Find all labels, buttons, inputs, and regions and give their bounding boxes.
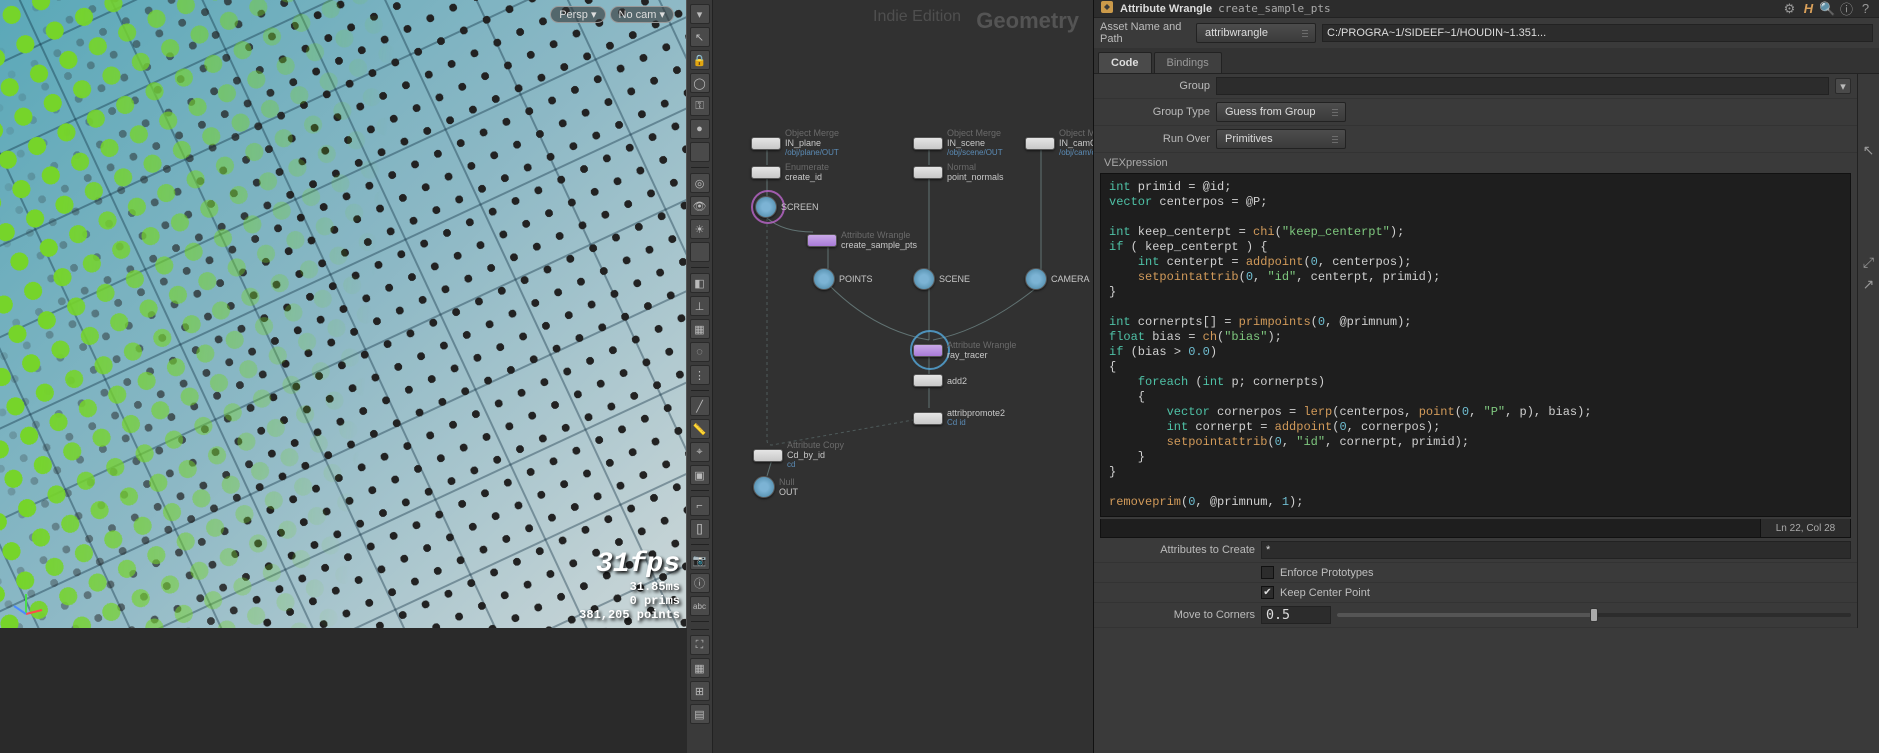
node-camera[interactable]: CAMERA [1025, 268, 1090, 290]
asset-path-field[interactable] [1322, 24, 1873, 42]
circle-icon[interactable]: ◯ [690, 73, 710, 93]
attributes-to-create-field[interactable] [1261, 541, 1851, 559]
group-label: Group [1100, 80, 1210, 92]
parameter-side-toolbar: ↖ ⤢ ↗ [1857, 74, 1879, 628]
parameter-titlebar: Attribute Wrangle create_sample_pts ⚙ H … [1094, 0, 1879, 18]
brackets-icon[interactable]: [] [690, 519, 710, 539]
wireframe-icon[interactable]: ▦ [690, 319, 710, 339]
node-add2[interactable]: add2 [913, 374, 967, 387]
network-wires [713, 0, 1094, 628]
corner-icon[interactable]: ⌐ [690, 496, 710, 516]
runover-dropdown[interactable]: Primitives [1216, 129, 1346, 149]
node-cd_by_id[interactable]: Attribute CopyCd_by_idcd [753, 440, 844, 470]
node-screen[interactable]: SCREEN [755, 196, 819, 218]
sun-icon[interactable]: ☀ [690, 219, 710, 239]
vexpression-label: VEXpression [1094, 153, 1857, 171]
volume-icon[interactable]: ▣ [690, 465, 710, 485]
node-attribprom[interactable]: attribpromote2Cd id [913, 408, 1005, 428]
sphere-icon[interactable]: ● [690, 119, 710, 139]
cursor-icon[interactable]: ↖ [690, 27, 710, 47]
grid-icon[interactable]: ▦ [690, 658, 710, 678]
grouptype-dropdown[interactable]: Guess from Group [1216, 102, 1346, 122]
camera-icon[interactable]: 📷 [690, 550, 710, 570]
node-scene[interactable]: SCENE [913, 268, 970, 290]
quad-icon[interactable]: ⊞ [690, 681, 710, 701]
parameter-pane: Attribute Wrangle create_sample_pts ⚙ H … [1094, 0, 1879, 753]
edge-icon[interactable]: ╱ [690, 396, 710, 416]
axis-gizmo-icon [8, 584, 44, 620]
stat-fps: 31fps [579, 549, 680, 580]
gear-icon[interactable]: ⚙ [1782, 1, 1797, 16]
lock-icon[interactable]: 🔒 [690, 50, 710, 70]
group-field[interactable] [1216, 77, 1829, 95]
arrow-down-icon[interactable]: ▾ [690, 4, 710, 24]
enforce-prototypes-checkbox[interactable] [1261, 566, 1274, 579]
vex-code-editor[interactable]: int primid = @id; vector centerpos = @P;… [1100, 173, 1851, 517]
node-ray_tracer[interactable]: Attribute Wrangleray_tracer [913, 340, 1016, 360]
parameter-tabs: Code Bindings [1094, 49, 1879, 74]
node-out[interactable]: NullOUT [753, 476, 798, 498]
operator-type-icon [1100, 0, 1114, 17]
cube-shaded-icon[interactable]: ◧ [690, 273, 710, 293]
node-create_pts[interactable]: Attribute Wranglecreate_sample_pts [807, 230, 917, 250]
tab-bindings[interactable]: Bindings [1154, 52, 1222, 73]
viewport-stats: 31fps 31.85ms 0 prims 381,205 points [579, 549, 680, 622]
info-icon[interactable]: ⓘ [690, 573, 710, 593]
external-editor-icon[interactable]: ↗ [1861, 276, 1877, 292]
move-to-corners-slider[interactable] [1337, 613, 1851, 617]
asset-name-dropdown[interactable]: attribwrangle [1196, 23, 1316, 43]
attributes-to-create-label: Attributes to Create [1100, 544, 1255, 556]
viewport-dots-large [0, 0, 687, 628]
operator-type-label: Attribute Wrangle [1120, 3, 1212, 15]
move-to-corners-label: Move to Corners [1100, 609, 1255, 621]
node-in_scene[interactable]: Object MergeIN_scene/obj/scene/OUT [913, 128, 1003, 158]
node-pt_normals[interactable]: Normalpoint_normals [913, 162, 1004, 182]
info-icon[interactable]: ⓘ [1839, 1, 1854, 16]
help-icon[interactable]: ? [1858, 1, 1873, 16]
viewport-persp-dropdown[interactable]: Persp ▾ [550, 6, 605, 23]
target-icon[interactable]: ◎ [690, 173, 710, 193]
blank-icon[interactable] [690, 242, 710, 262]
grouptype-label: Group Type [1100, 106, 1210, 118]
keep-center-point-checkbox[interactable]: ✔ [1261, 586, 1274, 599]
runover-label: Run Over [1100, 133, 1210, 145]
node-points[interactable]: POINTS [813, 268, 873, 290]
maximize-icon[interactable]: ⛶ [690, 635, 710, 655]
stat-frametime: 31.85ms [579, 580, 680, 594]
snap-icon[interactable]: ⌖ [690, 442, 710, 462]
enforce-prototypes-label: Enforce Prototypes [1280, 567, 1374, 579]
tab-code[interactable]: Code [1098, 52, 1152, 73]
scene-viewport[interactable]: Persp ▾ No cam ▾ 31fps 31.85ms 0 prims 3… [0, 0, 687, 628]
viewport-camera-dropdown[interactable]: No cam ▾ [610, 6, 674, 23]
asset-name-label: Asset Name and Path [1100, 21, 1190, 45]
keep-center-point-label: Keep Center Point [1280, 587, 1370, 599]
operator-name-label: create_sample_pts [1218, 2, 1331, 15]
expand-editor-icon[interactable]: ⤢ [1861, 254, 1877, 270]
vex-cursor-position: Ln 22, Col 28 [1760, 519, 1850, 537]
ruler-icon[interactable]: 📏 [690, 419, 710, 439]
reselect-group-icon[interactable]: ↖ [1861, 142, 1877, 158]
ghost-icon[interactable]: ◌ [690, 342, 710, 362]
stat-points: 381,205 points [579, 608, 680, 622]
grid2-icon[interactable]: ▤ [690, 704, 710, 724]
move-to-corners-field[interactable] [1261, 606, 1331, 624]
vex-error-field [1101, 519, 1760, 537]
asset-path-row: Asset Name and Path attribwrangle [1094, 18, 1879, 49]
blank-icon[interactable] [690, 142, 710, 162]
eye-icon[interactable]: 👁 [690, 196, 710, 216]
abc-icon[interactable]: abc [690, 596, 710, 616]
key-icon[interactable]: ⚿ [690, 96, 710, 116]
node-create_id[interactable]: Enumeratecreate_id [751, 162, 829, 182]
particles-icon[interactable]: ⋮ [690, 365, 710, 385]
normals-icon[interactable]: ⊥ [690, 296, 710, 316]
network-editor[interactable]: Indie Edition Geometry Object MergeIN_pl… [713, 0, 1094, 753]
houdini-icon[interactable]: H [1801, 1, 1816, 16]
search-icon[interactable]: 🔍 [1820, 1, 1835, 16]
node-in_plane[interactable]: Object MergeIN_plane/obj/plane/OUT [751, 128, 839, 158]
viewport-toolbar: ▾ ↖ 🔒 ◯ ⚿ ● ◎ 👁 ☀ ◧ ⊥ ▦ ◌ ⋮ ╱ 📏 ⌖ ▣ ⌐ [] 📷 ⓘ abc ⛶ ▦ ⊞ ▤ [687, 0, 713, 753]
group-menu-button[interactable]: ▾ [1835, 78, 1851, 94]
node-in_cam[interactable]: Object MergeIN_camOrigin/obj/cam/camOr [1025, 128, 1094, 158]
stat-prims: 0 prims [579, 594, 680, 608]
